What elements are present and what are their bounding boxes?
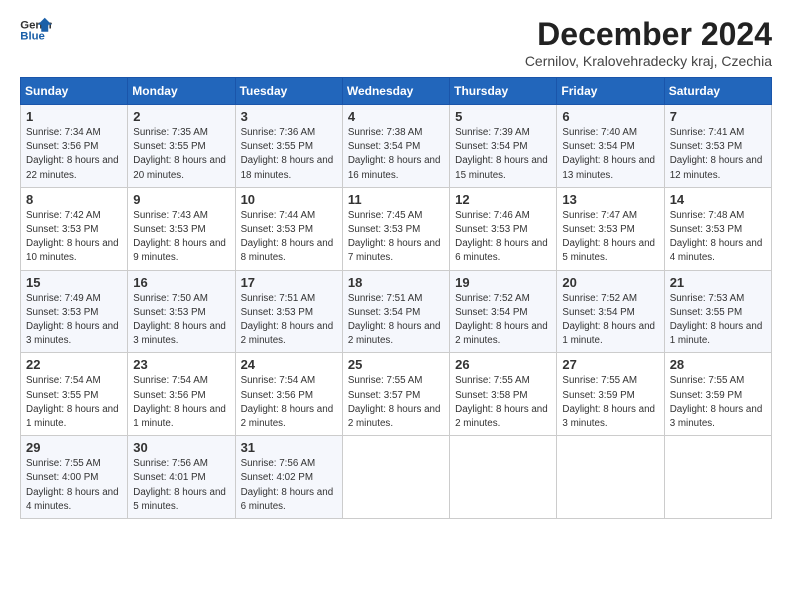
table-row: 27Sunrise: 7:55 AMSunset: 3:59 PMDayligh…	[557, 353, 664, 436]
col-sunday: Sunday	[21, 78, 128, 105]
table-row: 22Sunrise: 7:54 AMSunset: 3:55 PMDayligh…	[21, 353, 128, 436]
table-row: 18Sunrise: 7:51 AMSunset: 3:54 PMDayligh…	[342, 270, 449, 353]
table-row: 10Sunrise: 7:44 AMSunset: 3:53 PMDayligh…	[235, 187, 342, 270]
logo-icon: General Blue	[20, 16, 52, 44]
table-row: 21Sunrise: 7:53 AMSunset: 3:55 PMDayligh…	[664, 270, 771, 353]
table-row	[450, 436, 557, 519]
month-title: December 2024	[525, 16, 772, 53]
location: Cernilov, Kralovehradecky kraj, Czechia	[525, 53, 772, 69]
header-row: Sunday Monday Tuesday Wednesday Thursday…	[21, 78, 772, 105]
table-row: 19Sunrise: 7:52 AMSunset: 3:54 PMDayligh…	[450, 270, 557, 353]
table-row: 23Sunrise: 7:54 AMSunset: 3:56 PMDayligh…	[128, 353, 235, 436]
table-row: 30Sunrise: 7:56 AMSunset: 4:01 PMDayligh…	[128, 436, 235, 519]
table-row: 20Sunrise: 7:52 AMSunset: 3:54 PMDayligh…	[557, 270, 664, 353]
table-row	[557, 436, 664, 519]
table-row: 3Sunrise: 7:36 AMSunset: 3:55 PMDaylight…	[235, 105, 342, 188]
table-row: 15Sunrise: 7:49 AMSunset: 3:53 PMDayligh…	[21, 270, 128, 353]
table-row	[664, 436, 771, 519]
table-row: 2Sunrise: 7:35 AMSunset: 3:55 PMDaylight…	[128, 105, 235, 188]
table-row: 7Sunrise: 7:41 AMSunset: 3:53 PMDaylight…	[664, 105, 771, 188]
table-row: 25Sunrise: 7:55 AMSunset: 3:57 PMDayligh…	[342, 353, 449, 436]
svg-text:Blue: Blue	[20, 31, 45, 43]
calendar-week-4: 29Sunrise: 7:55 AMSunset: 4:00 PMDayligh…	[21, 436, 772, 519]
table-row: 11Sunrise: 7:45 AMSunset: 3:53 PMDayligh…	[342, 187, 449, 270]
table-row: 17Sunrise: 7:51 AMSunset: 3:53 PMDayligh…	[235, 270, 342, 353]
table-row: 4Sunrise: 7:38 AMSunset: 3:54 PMDaylight…	[342, 105, 449, 188]
col-tuesday: Tuesday	[235, 78, 342, 105]
col-friday: Friday	[557, 78, 664, 105]
table-row: 9Sunrise: 7:43 AMSunset: 3:53 PMDaylight…	[128, 187, 235, 270]
table-row: 12Sunrise: 7:46 AMSunset: 3:53 PMDayligh…	[450, 187, 557, 270]
col-saturday: Saturday	[664, 78, 771, 105]
table-row: 6Sunrise: 7:40 AMSunset: 3:54 PMDaylight…	[557, 105, 664, 188]
table-row: 29Sunrise: 7:55 AMSunset: 4:00 PMDayligh…	[21, 436, 128, 519]
table-row: 31Sunrise: 7:56 AMSunset: 4:02 PMDayligh…	[235, 436, 342, 519]
table-row: 26Sunrise: 7:55 AMSunset: 3:58 PMDayligh…	[450, 353, 557, 436]
calendar-week-3: 22Sunrise: 7:54 AMSunset: 3:55 PMDayligh…	[21, 353, 772, 436]
table-row: 5Sunrise: 7:39 AMSunset: 3:54 PMDaylight…	[450, 105, 557, 188]
table-row	[342, 436, 449, 519]
table-row: 13Sunrise: 7:47 AMSunset: 3:53 PMDayligh…	[557, 187, 664, 270]
table-row: 28Sunrise: 7:55 AMSunset: 3:59 PMDayligh…	[664, 353, 771, 436]
col-wednesday: Wednesday	[342, 78, 449, 105]
calendar-week-2: 15Sunrise: 7:49 AMSunset: 3:53 PMDayligh…	[21, 270, 772, 353]
table-row: 1Sunrise: 7:34 AMSunset: 3:56 PMDaylight…	[21, 105, 128, 188]
calendar-week-0: 1Sunrise: 7:34 AMSunset: 3:56 PMDaylight…	[21, 105, 772, 188]
calendar-week-1: 8Sunrise: 7:42 AMSunset: 3:53 PMDaylight…	[21, 187, 772, 270]
table-row: 8Sunrise: 7:42 AMSunset: 3:53 PMDaylight…	[21, 187, 128, 270]
header: General Blue December 2024 Cernilov, Kra…	[20, 16, 772, 69]
logo: General Blue	[20, 16, 52, 44]
col-thursday: Thursday	[450, 78, 557, 105]
col-monday: Monday	[128, 78, 235, 105]
title-area: December 2024 Cernilov, Kralovehradecky …	[525, 16, 772, 69]
table-row: 16Sunrise: 7:50 AMSunset: 3:53 PMDayligh…	[128, 270, 235, 353]
calendar-table: Sunday Monday Tuesday Wednesday Thursday…	[20, 77, 772, 519]
table-row: 24Sunrise: 7:54 AMSunset: 3:56 PMDayligh…	[235, 353, 342, 436]
table-row: 14Sunrise: 7:48 AMSunset: 3:53 PMDayligh…	[664, 187, 771, 270]
